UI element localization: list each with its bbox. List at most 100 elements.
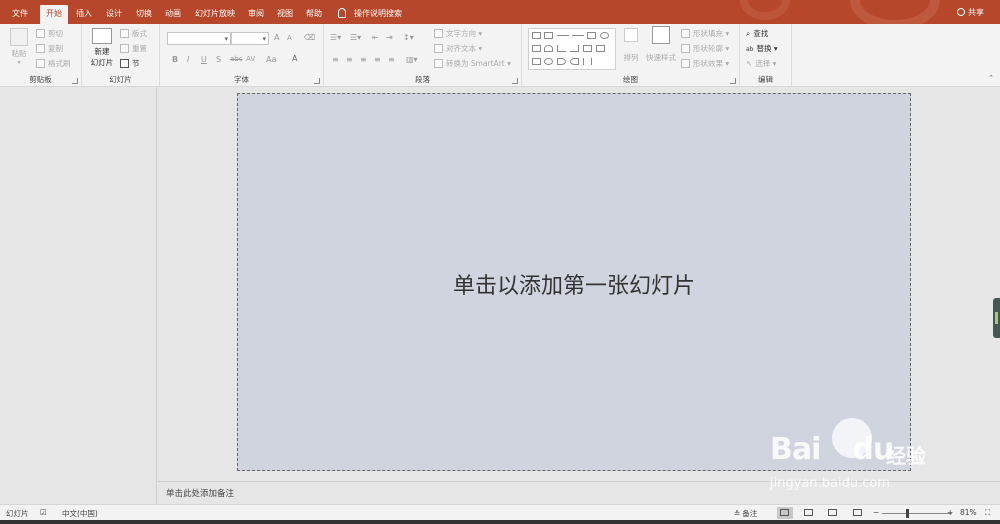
tab-help[interactable]: 帮助: [300, 5, 328, 24]
notes-toggle-button[interactable]: ≙ 备注: [734, 508, 757, 519]
share-button[interactable]: 共享: [957, 7, 984, 18]
shape-outline-button[interactable]: 形状轮廓 ▾: [681, 43, 729, 54]
copy-button[interactable]: 复制: [36, 43, 63, 54]
justify-icon[interactable]: ≡: [374, 55, 381, 64]
font-name-box[interactable]: ▾: [167, 32, 231, 45]
decrease-indent-icon[interactable]: ⇤: [372, 33, 379, 42]
font-size-box[interactable]: ▾: [231, 32, 269, 45]
align-right-icon[interactable]: ≡: [360, 55, 367, 64]
paragraph-launcher-icon[interactable]: [512, 78, 518, 84]
find-button[interactable]: ⌕ 查找: [746, 28, 768, 39]
format-painter-button[interactable]: 格式刷: [36, 58, 71, 69]
shape-oval-icon[interactable]: [600, 32, 609, 39]
italic-button[interactable]: I: [187, 55, 189, 64]
shape-star-icon[interactable]: [532, 58, 541, 65]
shape-elbow-icon[interactable]: [557, 45, 566, 52]
notes-icon: ≙: [734, 509, 741, 518]
zoom-slider[interactable]: [882, 513, 952, 514]
spellcheck-icon[interactable]: ☑: [40, 508, 47, 517]
layout-button[interactable]: 版式: [120, 28, 147, 39]
side-panel-tab[interactable]: [993, 298, 1000, 338]
shape-brace-icon[interactable]: [570, 58, 579, 65]
tab-animations[interactable]: 动画: [159, 5, 187, 24]
reading-view-button[interactable]: [825, 507, 841, 519]
tab-slideshow[interactable]: 幻灯片放映: [189, 5, 241, 24]
slide-sorter-view-button[interactable]: [801, 507, 817, 519]
smartart-label: 转换为 SmartArt: [446, 59, 505, 68]
tab-transitions[interactable]: 切换: [130, 5, 158, 24]
clipboard-launcher-icon[interactable]: [72, 78, 78, 84]
change-case-button[interactable]: Aa: [266, 55, 276, 64]
tab-design[interactable]: 设计: [100, 5, 128, 24]
shape-fill-button[interactable]: 形状填充 ▾: [681, 28, 729, 39]
shapes-gallery[interactable]: [528, 28, 616, 70]
underline-button[interactable]: U: [201, 55, 207, 64]
fit-to-window-icon[interactable]: ⛶: [985, 508, 990, 518]
shape-square-icon[interactable]: [532, 45, 541, 52]
quick-styles-button[interactable]: 快速样式: [644, 26, 678, 63]
zoom-in-button[interactable]: +: [947, 508, 953, 517]
shape-arrow-icon[interactable]: [572, 35, 584, 36]
shape-connector-icon[interactable]: [570, 45, 579, 52]
collapse-ribbon-icon[interactable]: ⌃: [988, 74, 994, 82]
shape-curve-icon[interactable]: [544, 58, 553, 65]
paste-button[interactable]: 粘贴 ▾: [6, 28, 32, 66]
numbering-icon[interactable]: ☰▾: [350, 33, 361, 42]
reset-button[interactable]: 重置: [120, 43, 147, 54]
zoom-level[interactable]: 81%: [960, 508, 977, 517]
bold-button[interactable]: B: [172, 55, 178, 64]
shape-arrow-right-icon[interactable]: [583, 45, 592, 52]
strikethrough-button[interactable]: abc: [230, 55, 243, 63]
slideshow-icon: [853, 509, 862, 516]
paste-label: 粘贴: [11, 49, 27, 58]
bullets-icon[interactable]: ☰▾: [330, 33, 341, 42]
shape-effects-button[interactable]: 形状效果 ▾: [681, 58, 729, 69]
arrange-button[interactable]: 排列: [620, 28, 642, 63]
grow-font-button[interactable]: A: [274, 33, 279, 42]
slideshow-view-button[interactable]: [850, 507, 866, 519]
tab-review[interactable]: 审阅: [242, 5, 270, 24]
replace-button[interactable]: ab 替换 ▾: [746, 43, 778, 54]
clear-format-icon[interactable]: ⌫: [304, 33, 315, 42]
text-direction-button[interactable]: 文字方向 ▾: [434, 28, 482, 39]
zoom-out-button[interactable]: −: [873, 508, 879, 517]
status-bar: 幻灯片 ☑ 中文(中国) ≙ 备注 − + 81% ⛶: [0, 504, 1000, 520]
shadow-button[interactable]: S: [216, 55, 221, 64]
tab-home[interactable]: 开始: [40, 5, 68, 24]
shape-triangle-icon[interactable]: [544, 45, 553, 52]
columns-icon[interactable]: ▥▾: [406, 55, 418, 64]
chevron-down-icon: ▾: [17, 59, 21, 66]
new-slide-button[interactable]: 新建 幻灯片: [86, 28, 118, 68]
slide-thumbnail-pane[interactable]: [0, 88, 157, 504]
tell-me-search[interactable]: 操作说明搜索: [338, 5, 402, 22]
shape-misc-icon[interactable]: [583, 58, 592, 65]
tab-insert[interactable]: 插入: [70, 5, 98, 24]
char-spacing-button[interactable]: AV: [246, 55, 255, 63]
select-button[interactable]: ↖ 选择 ▾: [746, 58, 776, 69]
cut-button[interactable]: 剪切: [36, 28, 63, 39]
smartart-button[interactable]: 转换为 SmartArt ▾: [434, 58, 511, 69]
shape-textbox-vertical-icon[interactable]: [544, 32, 553, 39]
align-text-button[interactable]: 对齐文本 ▾: [434, 43, 482, 54]
tab-view[interactable]: 视图: [271, 5, 299, 24]
shape-bracket-icon[interactable]: [557, 58, 566, 65]
section-button[interactable]: 节: [120, 58, 140, 69]
add-first-slide-placeholder[interactable]: 单击以添加第一张幻灯片: [237, 93, 911, 471]
drawing-launcher-icon[interactable]: [730, 78, 736, 84]
shrink-font-button[interactable]: A: [287, 34, 292, 42]
increase-indent-icon[interactable]: ⇥: [386, 33, 393, 42]
align-left-icon[interactable]: ≡: [332, 55, 339, 64]
zoom-slider-thumb[interactable]: [906, 509, 909, 518]
status-language[interactable]: 中文(中国): [62, 508, 98, 519]
tab-file[interactable]: 文件: [6, 5, 34, 24]
line-spacing-icon[interactable]: ↕▾: [403, 33, 414, 42]
font-launcher-icon[interactable]: [314, 78, 320, 84]
shape-textbox-icon[interactable]: [532, 32, 541, 39]
shape-rectangle-icon[interactable]: [587, 32, 596, 39]
distributed-icon[interactable]: ≡: [388, 55, 395, 64]
align-center-icon[interactable]: ≡: [346, 55, 353, 64]
shape-line-icon[interactable]: [557, 35, 569, 36]
shape-arrow-down-icon[interactable]: [596, 45, 605, 52]
font-color-button[interactable]: A: [292, 54, 297, 63]
normal-view-button[interactable]: [777, 507, 793, 519]
